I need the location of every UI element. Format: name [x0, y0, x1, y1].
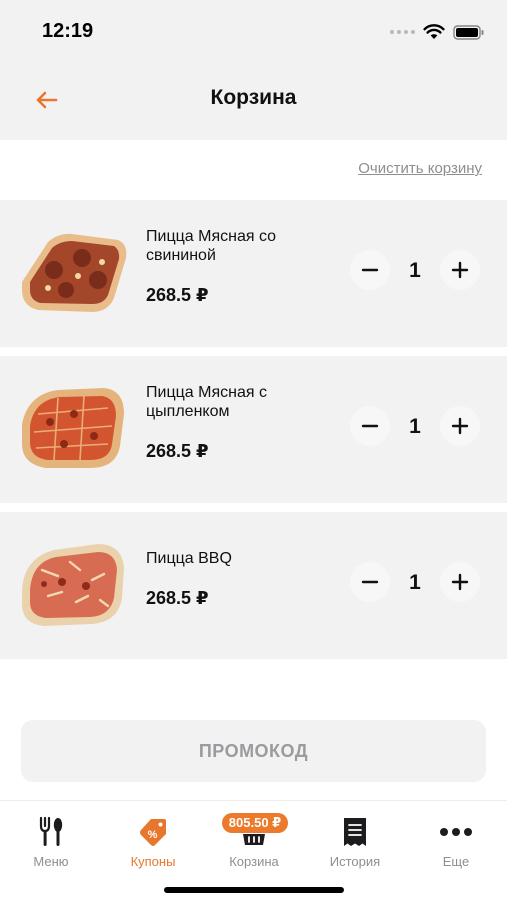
- status-bar: 12:19: [0, 0, 507, 62]
- pizza-meat-pork-image: [22, 233, 127, 312]
- promo-code-button[interactable]: ПРОМОКОД: [21, 720, 486, 782]
- status-time: 12:19: [42, 20, 94, 42]
- minus-icon: [361, 268, 379, 272]
- tab-history[interactable]: История: [310, 809, 400, 875]
- tab-label: Еще: [442, 854, 470, 869]
- pizza-meat-chicken-image: [22, 388, 124, 468]
- cart-item: Пицца BBQ 268.5 ₽ 1: [0, 512, 507, 659]
- decrease-quantity-button[interactable]: [350, 406, 390, 446]
- fork-knife-icon: [6, 815, 96, 849]
- tab-bar: Меню % Купоны Корзина История Еще 805.50…: [0, 800, 507, 900]
- status-icons: [390, 22, 485, 42]
- tab-coupons[interactable]: % Купоны: [108, 809, 198, 875]
- item-name: Пицца Мясная с цыпленком: [146, 384, 267, 420]
- item-price: 268.5 ₽: [146, 588, 209, 608]
- receipt-icon: [310, 815, 400, 849]
- decrease-quantity-button[interactable]: [350, 250, 390, 290]
- cart-item: Пицца Мясная с цыпленком 268.5 ₽ 1: [0, 356, 507, 503]
- increase-quantity-button[interactable]: [440, 250, 480, 290]
- tab-menu[interactable]: Меню: [6, 809, 96, 875]
- item-name: Пицца BBQ: [146, 550, 232, 567]
- svg-text:%: %: [148, 829, 158, 841]
- battery-icon: [453, 24, 484, 40]
- tab-label: Меню: [33, 854, 69, 869]
- tab-label: Купоны: [130, 854, 176, 869]
- increase-quantity-button[interactable]: [440, 406, 480, 446]
- plus-icon: [451, 261, 469, 279]
- increase-quantity-button[interactable]: [440, 562, 480, 602]
- more-dots-icon: [411, 815, 501, 849]
- item-quantity: 1: [409, 259, 421, 282]
- tab-label: Корзина: [229, 854, 279, 869]
- decrease-quantity-button[interactable]: [350, 562, 390, 602]
- cellular-signal-icon: [390, 30, 415, 34]
- plus-icon: [451, 573, 469, 591]
- item-quantity: 1: [409, 415, 421, 438]
- minus-icon: [361, 424, 379, 428]
- item-price: 268.5 ₽: [146, 441, 209, 461]
- wifi-icon: [423, 24, 445, 39]
- plus-icon: [451, 417, 469, 435]
- item-name: Пицца Мясная со свининой: [146, 228, 277, 264]
- tab-label: История: [329, 854, 381, 869]
- item-quantity: 1: [409, 571, 421, 594]
- pizza-bbq-image: [22, 544, 124, 626]
- page-title: Корзина: [210, 86, 297, 109]
- tab-more[interactable]: Еще: [411, 809, 501, 875]
- coupon-tag-icon: %: [108, 815, 198, 849]
- minus-icon: [361, 580, 379, 584]
- item-price: 268.5 ₽: [146, 285, 209, 305]
- clear-cart-link[interactable]: Очистить корзину: [358, 160, 482, 177]
- home-indicator: [164, 887, 344, 893]
- nav-bar: Корзина: [0, 62, 507, 140]
- cart-total-badge: 805.50 ₽: [222, 813, 288, 833]
- cart-item: Пицца Мясная со свининой 268.5 ₽ 1: [0, 200, 507, 347]
